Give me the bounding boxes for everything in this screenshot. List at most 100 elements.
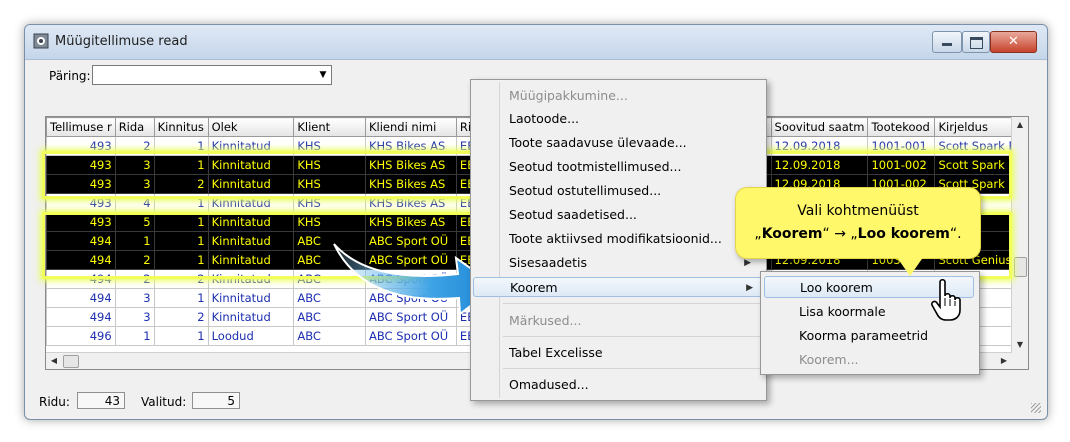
cell-order: 493 <box>46 212 116 232</box>
menu-item-load[interactable]: Koorem ▶ <box>473 277 762 297</box>
resize-grip-icon[interactable] <box>1031 403 1041 413</box>
col-header-line[interactable]: Rida <box>114 117 155 137</box>
cell-line: 4 <box>114 193 155 213</box>
cell-line: 2 <box>114 136 155 156</box>
minimize-button[interactable] <box>932 31 962 53</box>
callout-tail <box>896 256 924 276</box>
col-header-date[interactable]: Soovitud saatm <box>770 117 869 137</box>
menu-item-internal-shipment-label: Sisesaadetis <box>509 255 587 270</box>
cell-client: KHS <box>293 174 366 194</box>
col-header-order[interactable]: Tellimuse r <box>46 117 116 137</box>
cell-confirm: 1 <box>153 212 209 232</box>
vertical-scrollbar[interactable]: ▲ ▼ <box>1011 117 1028 369</box>
menu-item-internal-shipment[interactable]: Sisesaadetis ▶ <box>509 253 759 273</box>
cell-line: 2 <box>114 269 155 289</box>
cell-order: 493 <box>46 155 116 175</box>
submenu-item-load[interactable]: Koorem... <box>799 349 969 371</box>
cell-order: 494 <box>46 269 116 289</box>
hand-cursor-icon <box>931 278 961 321</box>
menu-item-excel-export[interactable]: Tabel Excelisse <box>509 343 759 363</box>
chevron-down-icon[interactable]: ▼ <box>315 66 331 84</box>
col-header-client[interactable]: Klient <box>293 117 366 137</box>
cell-status: Loodud <box>207 326 295 346</box>
cell-line: 5 <box>114 212 155 232</box>
cell-line: 3 <box>114 307 155 327</box>
cell-client-name: KHS Bikes AS <box>364 136 457 156</box>
cell-order: 493 <box>46 193 116 213</box>
cell-status: Kinnitatud <box>207 250 295 270</box>
col-header-code[interactable]: Tootekood <box>867 117 936 137</box>
cell-client: KHS <box>293 155 366 175</box>
cell-order: 496 <box>46 326 116 346</box>
cell-status: Kinnitatud <box>207 288 295 308</box>
col-header-status[interactable]: Olek <box>207 117 295 137</box>
menu-item-availability[interactable]: Toote saadavuse ülevaade... <box>509 133 759 153</box>
cell-confirm: 2 <box>153 269 209 289</box>
cell-confirm: 1 <box>153 193 209 213</box>
rows-count: 43 <box>77 392 125 409</box>
cell-line: 3 <box>114 174 155 194</box>
menu-item-stock-item[interactable]: Laotoode... <box>509 109 759 129</box>
cell-line: 3 <box>114 288 155 308</box>
maximize-icon <box>970 37 983 49</box>
menu-item-notes[interactable]: Märkused... <box>509 311 759 331</box>
cell-confirm: 1 <box>153 136 209 156</box>
horizontal-scroll-thumb[interactable] <box>63 355 79 368</box>
menu-separator <box>503 336 762 337</box>
cell-order: 494 <box>46 250 116 270</box>
vertical-scroll-thumb[interactable] <box>1014 257 1027 277</box>
scroll-right-icon[interactable]: ▶ <box>996 353 1012 369</box>
cell-order: 493 <box>46 174 116 194</box>
cell-confirm: 2 <box>153 174 209 194</box>
cell-confirm: 1 <box>153 250 209 270</box>
menu-item-load-label: Koorem <box>510 280 558 295</box>
col-header-client-name[interactable]: Kliendi nimi <box>364 117 457 137</box>
menu-item-modifications[interactable]: Toote aktiivsed modifikatsioonid... <box>509 229 759 249</box>
menu-item-purchase-orders[interactable]: Seotud ostutellimused... <box>509 181 759 201</box>
cell-client-name: KHS Bikes AS <box>364 174 457 194</box>
menu-separator <box>503 368 762 369</box>
cell-line: 3 <box>114 155 155 175</box>
cell-status: Kinnitatud <box>207 231 295 251</box>
cell-client: KHS <box>293 193 366 213</box>
cell-confirm: 1 <box>153 231 209 251</box>
cell-order: 493 <box>46 136 116 156</box>
cell-confirm: 2 <box>153 307 209 327</box>
cell-client: KHS <box>293 212 366 232</box>
menu-gutter <box>499 82 500 398</box>
cell-confirm: 1 <box>153 155 209 175</box>
maximize-button[interactable] <box>962 31 990 53</box>
cell-status: Kinnitatud <box>207 307 295 327</box>
app-icon <box>33 33 49 49</box>
cell-line: 1 <box>114 326 155 346</box>
cell-date: 12.09.2018 <box>770 136 869 156</box>
cell-status: Kinnitatud <box>207 269 295 289</box>
cell-status: Kinnitatud <box>207 193 295 213</box>
cell-order: 494 <box>46 288 116 308</box>
close-button[interactable]: ✕ <box>990 31 1037 53</box>
cell-client: KHS <box>293 136 366 156</box>
query-dropdown[interactable]: ▼ <box>92 65 332 85</box>
scroll-up-icon[interactable]: ▲ <box>1012 117 1028 133</box>
col-header-confirm[interactable]: Kinnitus <box>153 117 209 137</box>
callout-line-2: „Koorem“ → „Loo koorem“. <box>754 226 962 242</box>
menu-item-properties[interactable]: Omadused... <box>509 375 759 395</box>
submenu-item-load-parameters[interactable]: Koorma parameetrid <box>799 325 969 347</box>
cell-confirm: 1 <box>153 326 209 346</box>
menu-item-production-orders[interactable]: Seotud tootmistellimused... <box>509 157 759 177</box>
minimize-icon <box>942 43 952 46</box>
scroll-down-icon[interactable]: ▼ <box>1012 337 1028 353</box>
cell-client-name: ABC Sport OÜ <box>364 326 457 346</box>
cell-order: 494 <box>46 307 116 327</box>
cell-order: 494 <box>46 231 116 251</box>
menu-item-shipments[interactable]: Seotud saadetised... <box>509 205 759 225</box>
cell-line: 2 <box>114 250 155 270</box>
cell-client-name: KHS Bikes AS <box>364 212 457 232</box>
selected-count: 5 <box>192 392 240 409</box>
cell-code: 1001-002 <box>867 155 936 175</box>
cell-client: ABC <box>293 326 366 346</box>
menu-item-sales-quote[interactable]: Müügipakkumine... <box>509 86 759 106</box>
cell-status: Kinnitatud <box>207 136 295 156</box>
close-icon: ✕ <box>1008 34 1019 49</box>
scroll-left-icon[interactable]: ◀ <box>46 353 62 369</box>
